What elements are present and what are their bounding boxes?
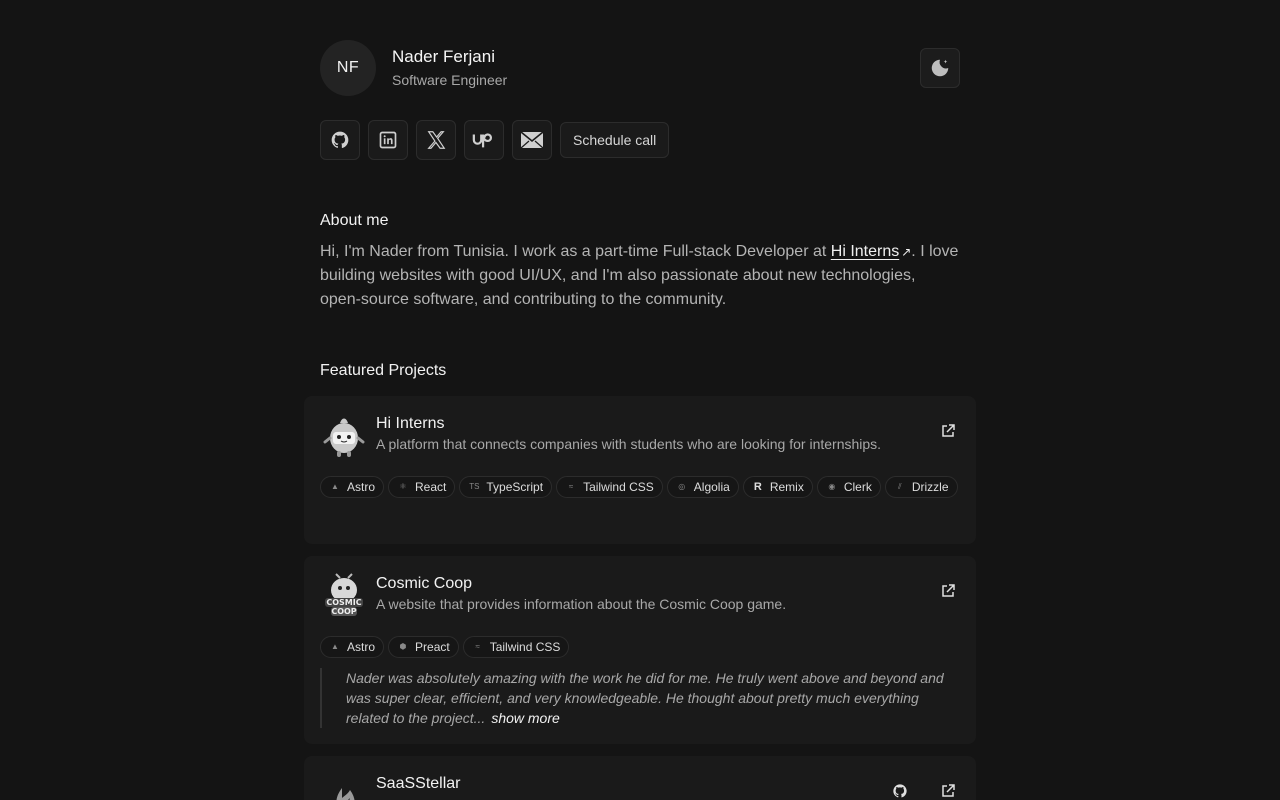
drizzle-icon: ⫽ — [898, 482, 902, 491]
theme-toggle-button[interactable] — [920, 48, 960, 88]
astro-icon: ▲ — [331, 642, 339, 651]
tag-tailwind: ≈ Tailwind CSS — [462, 636, 570, 658]
svg-text:COOP: COOP — [331, 607, 356, 616]
svg-text:COSMIC: COSMIC — [326, 598, 361, 607]
tag-drizzle: ⫽ Drizzle — [884, 476, 958, 498]
tag-label: Astro — [347, 480, 376, 494]
tailwind-icon: ≈ — [568, 482, 574, 491]
tech-tags: ▲ Astro ⚛ React TS TypeScript ≈ Tailwind CSS… — [320, 476, 960, 498]
clerk-icon: ◉ — [828, 482, 836, 491]
tag-label: Algolia — [693, 480, 730, 494]
hi-interns-logo-icon — [323, 418, 365, 457]
tailwind-icon: ≈ — [475, 642, 480, 651]
tag-preact: ⬢ Preact — [388, 636, 459, 658]
external-link-icon[interactable] — [940, 583, 956, 599]
linkedin-icon — [379, 131, 397, 149]
hi-interns-link-label: Hi Interns — [830, 243, 900, 260]
project-title: Cosmic Coop — [376, 575, 473, 592]
github-icon[interactable] — [892, 783, 908, 799]
tag-clerk: ◉ Clerk — [816, 476, 881, 498]
github-icon — [331, 131, 349, 149]
linkedin-button[interactable] — [368, 120, 408, 160]
project-card-saasstellar: SaaSStellar — [304, 756, 976, 800]
project-card-cosmic-coop: COSMIC COOP Cosmic Coop A website that p… — [304, 556, 976, 744]
arrow-up-right-icon: ↗ — [901, 245, 912, 259]
profile-role: Software Engineer — [392, 72, 508, 88]
profile-section: NF Nader Ferjani Software Engineer Sched… — [320, 40, 960, 312]
tag-label: Tailwind CSS — [583, 480, 654, 494]
project-title: SaaSStellar — [376, 775, 461, 792]
avatar: NF — [320, 40, 376, 96]
tag-tailwind: ≈ Tailwind CSS — [556, 476, 663, 498]
about-text: Hi, I'm Nader from Tunisia. I work as a … — [320, 240, 960, 312]
tag-label: React — [415, 480, 447, 494]
schedule-call-button[interactable]: Schedule call — [560, 122, 670, 158]
show-more-link[interactable]: show more — [491, 710, 559, 726]
cosmic-coop-logo-icon: COSMIC COOP — [325, 573, 363, 616]
about-title: About me — [320, 212, 389, 229]
x-icon — [427, 131, 446, 149]
hi-interns-link[interactable]: Hi Interns ↗ — [831, 243, 912, 260]
tag-label: Drizzle — [911, 480, 949, 494]
github-button[interactable] — [320, 120, 360, 160]
social-links: Schedule call — [320, 120, 960, 160]
external-link-icon[interactable] — [940, 783, 956, 799]
about-text-before: Hi, I'm Nader from Tunisia. I work as a … — [320, 243, 831, 260]
project-header: COSMIC COOP Cosmic Coop A website that p… — [320, 572, 960, 620]
tag-astro: ▲ Astro — [320, 476, 385, 498]
tag-typescript: TS TypeScript — [459, 476, 553, 498]
tag-astro: ▲ Astro — [320, 636, 385, 658]
mail-icon — [520, 131, 544, 149]
tag-label: Astro — [347, 640, 376, 654]
project-description: A website that provides information abou… — [376, 596, 787, 612]
featured-projects-title: Featured Projects — [320, 362, 447, 379]
tag-label: TypeScript — [486, 480, 544, 494]
about-section: About me Hi, I'm Nader from Tunisia. I w… — [320, 212, 960, 312]
saasstellar-logo-icon — [336, 788, 355, 800]
profile-name: Nader Ferjani — [392, 47, 495, 66]
preact-icon: ⬢ — [399, 642, 407, 651]
tag-label: Remix — [769, 480, 804, 494]
mail-button[interactable] — [512, 120, 552, 160]
tag-label: Preact — [415, 640, 450, 654]
name-block: Nader Ferjani Software Engineer — [392, 46, 507, 90]
react-icon: ⚛ — [399, 482, 407, 491]
project-card-hi-interns: Hi Interns A platform that connects comp… — [304, 396, 976, 544]
project-header: SaaSStellar — [320, 772, 960, 800]
upwork-button[interactable] — [464, 120, 504, 160]
remix-icon: R — [753, 481, 762, 493]
x-button[interactable] — [416, 120, 456, 160]
testimonial-text: Nader was absolutely amazing with the wo… — [346, 670, 944, 726]
algolia-icon: ◎ — [678, 482, 686, 491]
external-link-icon[interactable] — [940, 423, 956, 439]
project-header: Hi Interns A platform that connects comp… — [320, 412, 960, 460]
tech-tags: ▲ Astro ⬢ Preact ≈ Tailwind CSS — [320, 636, 960, 658]
tag-remix: R Remix — [742, 476, 813, 498]
astro-icon: ▲ — [331, 482, 339, 491]
project-title: Hi Interns — [376, 415, 445, 432]
tag-label: Tailwind CSS — [489, 640, 561, 654]
tag-react: ⚛ React — [388, 476, 456, 498]
upwork-icon — [472, 133, 492, 148]
tag-label: Clerk — [843, 480, 872, 494]
typescript-icon: TS — [469, 482, 480, 491]
moon-icon — [931, 59, 949, 77]
profile-header: NF Nader Ferjani Software Engineer — [320, 40, 960, 96]
tag-algolia: ◎ Algolia — [666, 476, 739, 498]
testimonial: Nader was absolutely amazing with the wo… — [320, 668, 960, 728]
project-description: A platform that connects companies with … — [376, 436, 882, 452]
